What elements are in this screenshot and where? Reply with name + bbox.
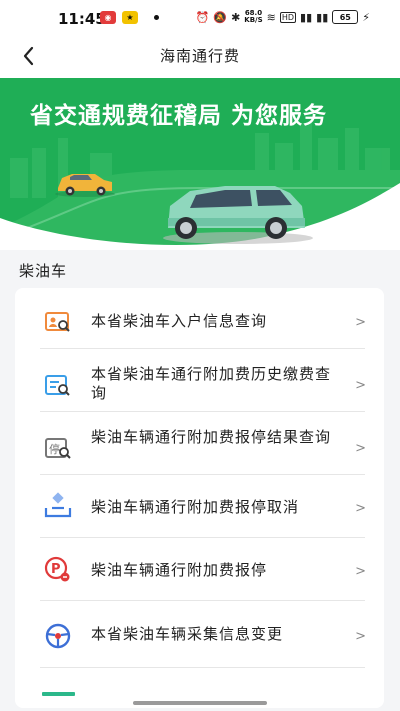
status-right-icons: ⏰ 🔕 ✱ 68.0 KB/S ≋ HD ▮▮ ▮▮ 65 ⚡: [196, 10, 370, 24]
chevron-right-icon: >: [355, 378, 366, 393]
bluetooth-icon: ✱: [231, 10, 241, 24]
menu-item-apply-suspension[interactable]: P 柴油车辆通行附加费报停 >: [40, 537, 366, 601]
menu-item-label: 本省柴油车辆采集信息变更: [91, 625, 284, 643]
parking-suspension-icon: P: [44, 556, 70, 582]
menu-item-suspension-result-query[interactable]: 停 柴油车辆通行附加费报停结果查询 >: [40, 411, 366, 475]
nav-bar: 海南通行费: [0, 34, 400, 78]
chevron-right-icon: >: [355, 441, 366, 456]
id-card-search-icon: [45, 312, 70, 332]
menu-item-history-payment-query[interactable]: 本省柴油车通行附加费历史缴费查询 >: [40, 348, 366, 412]
steering-wheel-icon: [45, 623, 71, 649]
alarm-icon: ⏰: [195, 10, 210, 24]
receipt-search-icon: [45, 375, 70, 396]
charging-icon: ⚡: [362, 10, 370, 24]
menu-item-label: 柴油车辆通行附加费报停: [91, 561, 268, 579]
signal-icon: ▮▮: [316, 10, 329, 24]
svg-text:停: 停: [49, 442, 60, 456]
status-left-icons: ◉ ★: [100, 11, 159, 24]
suspend-result-search-icon: 停: [45, 438, 71, 459]
banner-title: 省交通规费征稽局 为您服务: [30, 103, 328, 129]
page-title: 海南通行费: [159, 47, 240, 65]
menu-item-label: 柴油车辆通行附加费报停取消: [91, 498, 300, 516]
status-bar: 11:45 ◉ ★ ⏰ 🔕 ✱ 68.0 KB/S ≋ HD ▮▮ ▮▮ 65 …: [0, 0, 400, 34]
next-item-icon-partial: [42, 692, 75, 696]
svg-text:P: P: [51, 562, 61, 577]
menu-item-label: 本省柴油车入户信息查询: [91, 312, 268, 330]
hd-icon: HD: [279, 11, 297, 23]
service-menu-card: 本省柴油车入户信息查询 > 本省柴油车通行附加费历史缴费查询 > 停 柴油车辆通…: [15, 288, 384, 708]
menu-item-household-info-query[interactable]: 本省柴油车入户信息查询 >: [40, 288, 366, 349]
chevron-right-icon: >: [355, 564, 366, 579]
menu-item-label: 柴油车辆通行附加费报停结果查询: [91, 428, 332, 446]
menu-item-collection-info-change[interactable]: 本省柴油车辆采集信息变更 >: [40, 600, 366, 668]
app-notification-icon: ◉: [100, 11, 116, 24]
app-notification-icon: ★: [122, 11, 138, 24]
wifi-icon: ≋: [266, 10, 276, 24]
home-indicator[interactable]: [133, 701, 267, 705]
status-time: 11:45: [58, 10, 106, 28]
hero-banner: 省交通规费征稽局 为您服务: [0, 78, 400, 250]
menu-item-label: 本省柴油车通行附加费历史缴费查询: [91, 365, 332, 402]
mute-icon: 🔕: [213, 10, 228, 24]
menu-item-cancel-suspension[interactable]: 柴油车辆通行附加费报停取消 >: [40, 474, 366, 538]
chevron-right-icon: >: [355, 629, 366, 644]
battery-icon: 65: [332, 10, 359, 24]
cancel-suspension-icon: [44, 492, 72, 518]
signal-icon: ▮▮: [300, 10, 313, 24]
network-speed: 68.0 KB/S: [244, 9, 263, 24]
section-title: 柴油车: [19, 262, 68, 280]
more-notifications-icon: [154, 15, 159, 20]
chevron-right-icon: >: [355, 501, 366, 516]
chevron-right-icon: >: [355, 315, 366, 330]
